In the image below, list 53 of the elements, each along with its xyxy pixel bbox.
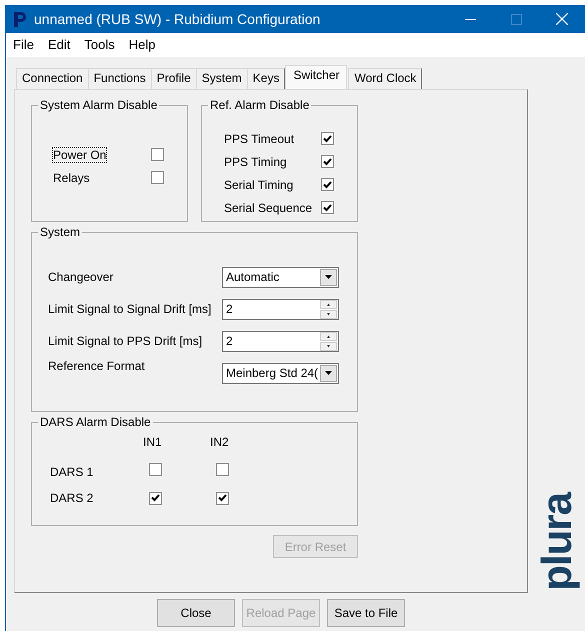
row-label: DARS 1	[50, 464, 94, 480]
caret-icon	[325, 275, 332, 279]
spin-box[interactable]: 2	[222, 298, 339, 320]
checkbox[interactable]	[149, 463, 162, 476]
column-header: IN2	[210, 435, 230, 451]
checkbox[interactable]	[151, 171, 164, 184]
menu-item[interactable]: File	[13, 35, 34, 55]
tab[interactable]: Connection	[16, 68, 89, 89]
dialog-button[interactable]: Save to File	[327, 599, 405, 627]
field-label: Limit Signal to PPS Drift [ms]	[48, 334, 204, 348]
tab[interactable]: Switcher	[285, 65, 348, 89]
tab[interactable]: Keys	[246, 68, 286, 89]
group-title: System	[38, 225, 82, 240]
field-label: Changeover	[48, 270, 114, 284]
column-header: IN1	[143, 435, 163, 451]
group-title: System Alarm Disable	[38, 98, 160, 113]
tab[interactable]: Word Clock	[348, 68, 422, 89]
spin-arrows-icon[interactable]	[320, 332, 337, 350]
spin-arrows-icon[interactable]	[320, 300, 337, 318]
checkbox-label: Relays	[53, 170, 90, 184]
spin-box[interactable]: 2	[222, 330, 339, 352]
checkbox[interactable]	[216, 463, 229, 476]
dropdown[interactable]: Meinberg Std 24(	[222, 362, 339, 384]
checkbox[interactable]	[151, 148, 164, 161]
checkbox[interactable]	[216, 492, 229, 504]
caret-icon	[325, 371, 332, 375]
field-label: Limit Signal to Signal Drift [ms]	[48, 302, 212, 316]
dropdown[interactable]: Automatic	[222, 266, 339, 288]
minimize-icon[interactable]	[464, 18, 476, 20]
tab[interactable]: Profile	[150, 68, 197, 89]
dialog-button[interactable]: Close	[157, 599, 235, 627]
field-label: Reference Format	[48, 359, 146, 374]
logo: plura	[538, 493, 578, 591]
tab[interactable]: System	[196, 68, 248, 89]
checkbox-label: Power On	[53, 148, 106, 162]
checkbox[interactable]	[321, 201, 334, 214]
checkbox[interactable]	[321, 132, 334, 145]
checkbox-label: Serial Timing	[224, 178, 294, 192]
menu-item[interactable]: Edit	[48, 35, 70, 55]
window-title: unnamed (RUB SW) - Rubidium Configuration	[34, 10, 322, 29]
checkbox[interactable]	[321, 155, 334, 168]
checkbox-label: PPS Timeout	[224, 132, 294, 146]
checkbox-label: Serial Sequence	[224, 200, 312, 214]
maximize-icon	[510, 14, 522, 24]
checkbox-label: PPS Timing	[224, 154, 287, 168]
row-label: DARS 2	[50, 490, 94, 506]
close-icon[interactable]	[556, 13, 568, 25]
tab[interactable]: Functions	[88, 68, 152, 89]
app-icon	[12, 10, 28, 28]
checkbox[interactable]	[149, 492, 162, 504]
menu-item[interactable]: Tools	[84, 35, 115, 55]
checkbox[interactable]	[321, 178, 334, 191]
menu-item[interactable]: Help	[128, 35, 156, 55]
